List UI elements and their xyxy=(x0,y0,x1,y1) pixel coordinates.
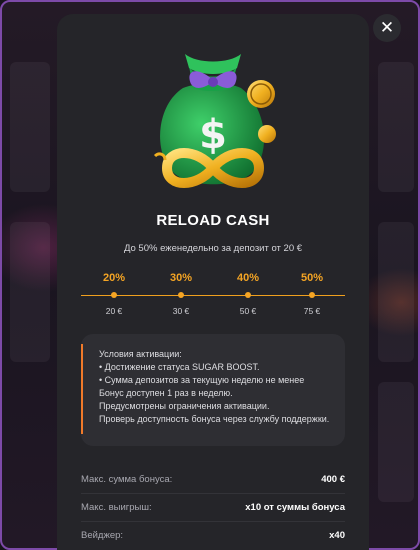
activation-conditions: Условия активации: • Достижение статуса … xyxy=(81,334,345,446)
step-item: 50% 75 € xyxy=(287,272,337,316)
close-icon: ✕ xyxy=(379,18,395,37)
bonus-info-list: Макс. сумма бонуса: 400 € Макс. выигрыш:… xyxy=(81,465,345,549)
condition-line: Предусмотрены ограничения активации. xyxy=(99,401,270,411)
step-dot xyxy=(111,292,117,298)
conditions-accent-bar xyxy=(81,344,83,434)
step-percent: 20% xyxy=(102,272,126,284)
info-value: x40 xyxy=(329,530,345,541)
step-percent: 30% xyxy=(169,272,193,284)
info-row-max-win: Макс. выигрыш: x10 от суммы бонуса xyxy=(81,493,345,521)
modal-title: RELOAD CASH xyxy=(156,212,270,229)
money-bag-infinity-icon: $ xyxy=(153,54,276,188)
info-value: 400 € xyxy=(321,473,345,485)
step-amount: 20 € xyxy=(105,306,123,316)
step-dot xyxy=(178,292,184,298)
step-amount: 50 € xyxy=(239,306,257,316)
info-label: Вейджер: xyxy=(81,530,124,541)
step-item: 20% 20 € xyxy=(89,272,139,316)
info-label: Макс. выигрыш: xyxy=(81,502,152,513)
condition-line: Бонус доступен 1 раз в неделю. xyxy=(99,388,233,398)
background-tile xyxy=(378,382,414,502)
background-tile xyxy=(378,222,414,362)
info-row-wager: Вейджер: x40 xyxy=(81,521,345,549)
background-tile xyxy=(10,62,50,192)
step-amount: 30 € xyxy=(172,306,190,316)
close-button[interactable]: ✕ xyxy=(373,14,401,42)
bonus-modal: $ RELOAD CASH До 50% еженедельно за депо… xyxy=(57,14,369,550)
background-tile xyxy=(378,62,414,192)
condition-line: Условия активации: xyxy=(99,349,182,359)
info-value: x10 от суммы бонуса xyxy=(245,502,345,513)
bonus-steps: 20% 20 € 30% 30 € 40% 50 € 50% 75 € xyxy=(81,272,345,322)
step-dot xyxy=(309,292,315,298)
step-percent: 40% xyxy=(236,272,260,284)
info-row-max-bonus: Макс. сумма бонуса: 400 € xyxy=(81,465,345,493)
step-item: 40% 50 € xyxy=(223,272,273,316)
condition-line: Проверь доступность бонуса через службу … xyxy=(99,414,330,424)
step-dot xyxy=(245,292,251,298)
step-item: 30% 30 € xyxy=(156,272,206,316)
condition-line: • Достижение статуса SUGAR BOOST. xyxy=(99,362,260,372)
svg-text:$: $ xyxy=(199,112,227,158)
condition-line: • Сумма депозитов за текущую неделю не м… xyxy=(99,375,305,385)
step-amount: 75 € xyxy=(303,306,321,316)
step-percent: 50% xyxy=(300,272,324,284)
background-tile xyxy=(10,222,50,362)
modal-subtitle: До 50% еженедельно за депозит от 20 € xyxy=(123,243,303,254)
info-label: Макс. сумма бонуса: xyxy=(81,473,173,485)
